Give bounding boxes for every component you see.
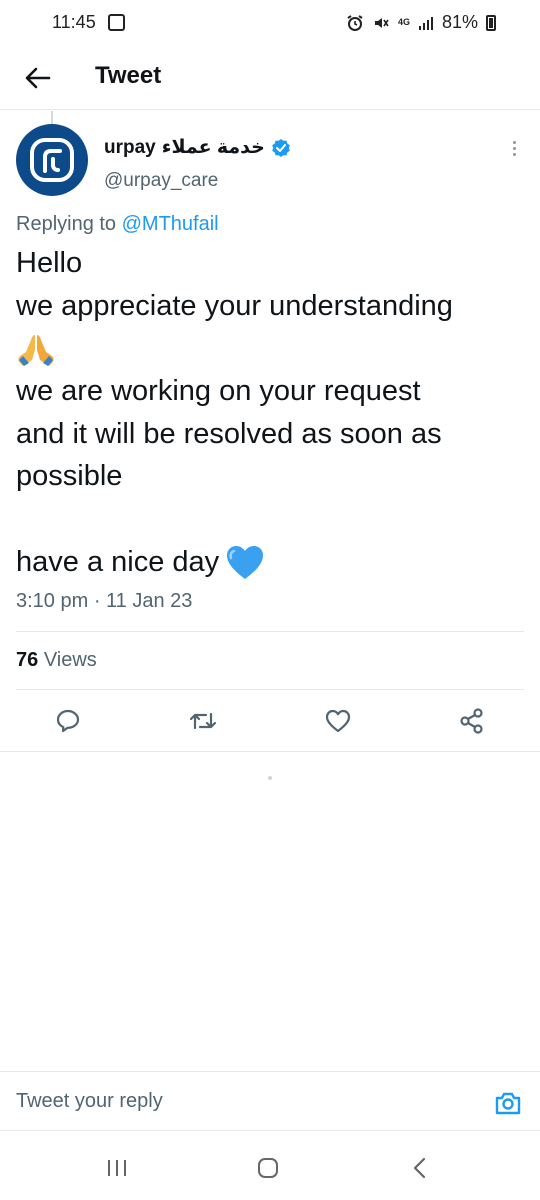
- tweet-actions: [0, 690, 540, 752]
- verified-badge-icon: [272, 138, 290, 157]
- page-title: Tweet: [95, 62, 162, 89]
- back-nav-button[interactable]: [400, 1154, 440, 1182]
- more-options-button[interactable]: [504, 136, 524, 160]
- author-name-arabic: خدمة عملاء: [161, 137, 265, 158]
- author-handle[interactable]: @urpay_care: [104, 170, 218, 192]
- chevron-left-icon: [413, 1157, 426, 1179]
- author-name-latin: urpay: [104, 136, 156, 158]
- urpay-logo-icon: [30, 138, 74, 182]
- replying-to-label: Replying to: [16, 213, 117, 235]
- like-button[interactable]: [323, 706, 353, 736]
- gallery-notification-icon: [108, 14, 125, 31]
- battery-percent: 81%: [441, 12, 478, 32]
- mute-icon: [374, 17, 389, 28]
- reply-icon: [56, 709, 80, 733]
- network-type: 4G: [397, 17, 410, 27]
- divider: [16, 631, 524, 632]
- tweet-line: and it will be resolved as soon as: [16, 417, 442, 450]
- tweet-line: we are working on your request: [16, 375, 421, 408]
- status-time: 11:45: [52, 12, 96, 32]
- camera-button[interactable]: [494, 1090, 522, 1116]
- author-name[interactable]: urpay خدمة عملاء: [104, 136, 291, 159]
- status-icons: 4G 81%: [346, 12, 496, 33]
- tweet-line-with-emoji: have a nice day: [16, 541, 531, 584]
- system-nav-bar: [0, 1132, 540, 1200]
- tweet-timestamp[interactable]: 3:10 pm · 11 Jan 23: [16, 590, 192, 613]
- blue-heart-emoji: [227, 546, 264, 580]
- views-count[interactable]: 76 Views: [16, 649, 97, 672]
- folded-hands-emoji: [18, 334, 54, 366]
- tweet-text: Hello we appreciate your understanding w…: [16, 242, 531, 584]
- arrow-left-icon: [25, 67, 51, 89]
- more-dot: [512, 152, 516, 156]
- more-dot: [512, 146, 516, 150]
- avatar[interactable]: [16, 124, 88, 196]
- retweet-button[interactable]: [188, 706, 218, 736]
- reply-input[interactable]: Tweet your reply: [16, 1090, 163, 1113]
- share-icon: [460, 708, 483, 734]
- tweet-line: Hello: [16, 247, 83, 279]
- views-number: 76: [16, 649, 39, 671]
- app-header: Tweet: [0, 48, 540, 110]
- tweet-line: we appreciate your understanding: [16, 289, 453, 322]
- status-bar: 11:45 4G 81%: [0, 0, 540, 48]
- reply-button[interactable]: [53, 706, 83, 736]
- reply-composer: Tweet your reply: [0, 1071, 540, 1131]
- mention-link[interactable]: @MThufail: [122, 213, 219, 235]
- share-button[interactable]: [457, 706, 487, 736]
- tweet-line: [16, 498, 531, 541]
- tweet-line: have a nice day: [16, 545, 220, 578]
- recent-apps-icon: [108, 1160, 126, 1176]
- more-dot: [512, 140, 516, 144]
- loading-indicator: [268, 776, 272, 780]
- camera-icon: [495, 1092, 521, 1115]
- reply-context: Replying to @MThufail: [16, 213, 219, 236]
- tweet-line-emoji: [16, 327, 531, 370]
- home-icon: [258, 1158, 278, 1178]
- back-button[interactable]: [20, 60, 56, 96]
- alarm-icon: [347, 14, 363, 31]
- recent-apps-button[interactable]: [97, 1154, 137, 1182]
- like-icon: [325, 709, 351, 733]
- home-button[interactable]: [248, 1154, 288, 1182]
- thread-connector: [51, 111, 53, 124]
- tweet-line: possible: [16, 460, 123, 493]
- signal-icon: [418, 16, 433, 30]
- battery-icon: [486, 14, 496, 31]
- views-label: Views: [43, 649, 97, 671]
- retweet-icon: [189, 712, 217, 730]
